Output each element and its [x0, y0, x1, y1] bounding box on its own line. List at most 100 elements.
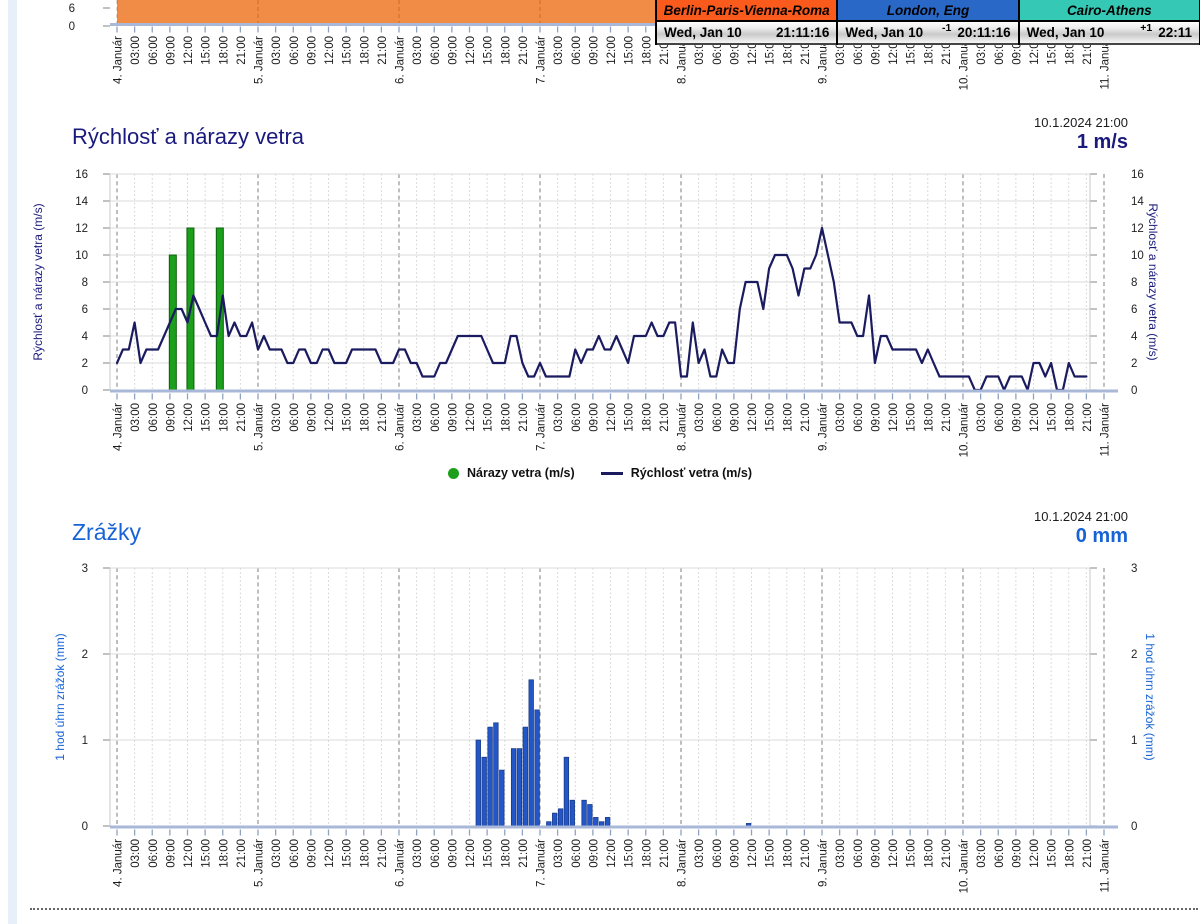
- gust-legend-dot-icon: [448, 468, 459, 479]
- svg-text:0: 0: [1131, 385, 1137, 397]
- svg-text:03:00: 03:00: [271, 839, 283, 868]
- utc-offset: -1: [942, 22, 951, 34]
- svg-text:0: 0: [82, 385, 88, 397]
- svg-text:8. Január: 8. Január: [677, 403, 689, 451]
- svg-text:12:00: 12:00: [324, 839, 336, 868]
- svg-text:16: 16: [75, 169, 88, 181]
- wind-current-value: 1 m/s: [828, 131, 1128, 154]
- svg-text:09:00: 09:00: [588, 36, 600, 65]
- svg-text:06:00: 06:00: [148, 36, 160, 65]
- svg-text:6: 6: [69, 3, 75, 15]
- wind-y-axis-label-right: Rýchlosť a nárazy vetra (m/s): [1146, 203, 1160, 360]
- svg-text:18:00: 18:00: [1064, 403, 1076, 432]
- svg-text:06:00: 06:00: [994, 839, 1006, 868]
- wind-chart-legend: Nárazy vetra (m/s) Rýchlosť vetra (m/s): [0, 466, 1200, 480]
- bottom-dotted-divider: [30, 908, 1198, 910]
- svg-text:09:00: 09:00: [447, 36, 459, 65]
- svg-text:12:00: 12:00: [888, 403, 900, 432]
- svg-text:03:00: 03:00: [553, 839, 565, 868]
- svg-text:6. Január: 6. Január: [395, 36, 407, 84]
- world-clocks: Berlin-Paris-Vienna-Roma Wed, Jan 10 21:…: [655, 0, 1200, 45]
- svg-text:06:00: 06:00: [148, 403, 160, 432]
- svg-text:12:00: 12:00: [183, 403, 195, 432]
- svg-text:6: 6: [1131, 304, 1137, 316]
- svg-text:03:00: 03:00: [412, 839, 424, 868]
- svg-text:18:00: 18:00: [782, 403, 794, 432]
- svg-text:09:00: 09:00: [729, 839, 741, 868]
- speed-legend-label: Rýchlosť vetra (m/s): [631, 466, 752, 480]
- svg-text:03:00: 03:00: [553, 36, 565, 65]
- svg-text:12:00: 12:00: [606, 36, 618, 65]
- svg-text:06:00: 06:00: [289, 36, 301, 65]
- clock-panel-berlin: Berlin-Paris-Vienna-Roma Wed, Jan 10 21:…: [655, 0, 836, 45]
- svg-text:21:00: 21:00: [518, 36, 530, 65]
- svg-text:1: 1: [82, 735, 88, 747]
- svg-text:5. Január: 5. Január: [254, 36, 266, 84]
- svg-text:12:00: 12:00: [747, 839, 759, 868]
- svg-text:06:00: 06:00: [289, 403, 301, 432]
- svg-text:7. Január: 7. Január: [536, 403, 548, 451]
- svg-text:10: 10: [75, 250, 88, 262]
- svg-text:03:00: 03:00: [412, 403, 424, 432]
- svg-text:09:00: 09:00: [588, 403, 600, 432]
- wind-chart-title: Rýchlosť a nárazy vetra: [72, 124, 304, 150]
- svg-text:09:00: 09:00: [447, 839, 459, 868]
- svg-text:21:00: 21:00: [377, 403, 389, 432]
- gust-legend-label: Nárazy vetra (m/s): [467, 466, 575, 480]
- svg-text:15:00: 15:00: [1047, 403, 1059, 432]
- svg-text:21:00: 21:00: [377, 839, 389, 868]
- svg-text:18:00: 18:00: [500, 36, 512, 65]
- svg-text:09:00: 09:00: [165, 36, 177, 65]
- svg-text:21:00: 21:00: [659, 403, 671, 432]
- svg-text:06:00: 06:00: [853, 403, 865, 432]
- svg-text:15:00: 15:00: [483, 36, 495, 65]
- svg-text:09:00: 09:00: [1011, 839, 1023, 868]
- svg-text:18:00: 18:00: [782, 839, 794, 868]
- svg-text:09:00: 09:00: [870, 839, 882, 868]
- svg-text:06:00: 06:00: [712, 403, 724, 432]
- svg-text:15:00: 15:00: [624, 403, 636, 432]
- precip-chart-title: Zrážky: [72, 519, 141, 546]
- clock-panel-cairo: Cairo-Athens Wed, Jan 10 +1 22:11: [1018, 0, 1200, 45]
- svg-text:09:00: 09:00: [165, 839, 177, 868]
- svg-text:4: 4: [82, 331, 89, 343]
- svg-text:21:00: 21:00: [236, 403, 248, 432]
- svg-text:18:00: 18:00: [1064, 839, 1076, 868]
- clock-datetime-row: Wed, Jan 10 21:11:16: [657, 22, 836, 45]
- svg-text:09:00: 09:00: [306, 403, 318, 432]
- svg-text:06:00: 06:00: [571, 839, 583, 868]
- svg-text:18:00: 18:00: [923, 839, 935, 868]
- svg-text:12:00: 12:00: [888, 839, 900, 868]
- svg-text:10: 10: [1131, 250, 1144, 262]
- svg-text:12:00: 12:00: [1029, 403, 1041, 432]
- svg-text:12:00: 12:00: [183, 839, 195, 868]
- svg-text:18:00: 18:00: [641, 403, 653, 432]
- svg-text:03:00: 03:00: [412, 36, 424, 65]
- svg-text:12:00: 12:00: [606, 839, 618, 868]
- svg-text:03:00: 03:00: [130, 839, 142, 868]
- svg-text:7. Január: 7. Január: [536, 36, 548, 84]
- svg-text:12:00: 12:00: [465, 839, 477, 868]
- svg-text:4. Január: 4. Január: [113, 403, 125, 451]
- svg-text:1: 1: [1131, 735, 1137, 747]
- svg-text:21:00: 21:00: [518, 403, 530, 432]
- svg-text:4: 4: [1131, 331, 1138, 343]
- svg-text:15:00: 15:00: [201, 36, 213, 65]
- svg-text:21:00: 21:00: [236, 839, 248, 868]
- svg-text:10. Január: 10. Január: [959, 403, 971, 458]
- svg-text:18:00: 18:00: [923, 403, 935, 432]
- svg-text:21:00: 21:00: [377, 36, 389, 65]
- svg-text:0: 0: [69, 21, 75, 33]
- svg-text:09:00: 09:00: [165, 403, 177, 432]
- svg-text:0: 0: [82, 821, 88, 833]
- svg-text:12:00: 12:00: [183, 36, 195, 65]
- clock-date: Wed, Jan 10: [664, 25, 742, 40]
- speed-legend-line-icon: [601, 472, 623, 475]
- svg-text:4. Január: 4. Január: [113, 36, 125, 84]
- svg-text:21:00: 21:00: [1082, 839, 1094, 868]
- precip-y-axis-label-right: 1 hod úhrn zrážok (mm): [1143, 633, 1157, 760]
- clock-city-label: Cairo-Athens: [1020, 0, 1199, 22]
- svg-text:5. Január: 5. Január: [254, 403, 266, 451]
- svg-text:03:00: 03:00: [976, 403, 988, 432]
- svg-text:6. Január: 6. Január: [395, 403, 407, 451]
